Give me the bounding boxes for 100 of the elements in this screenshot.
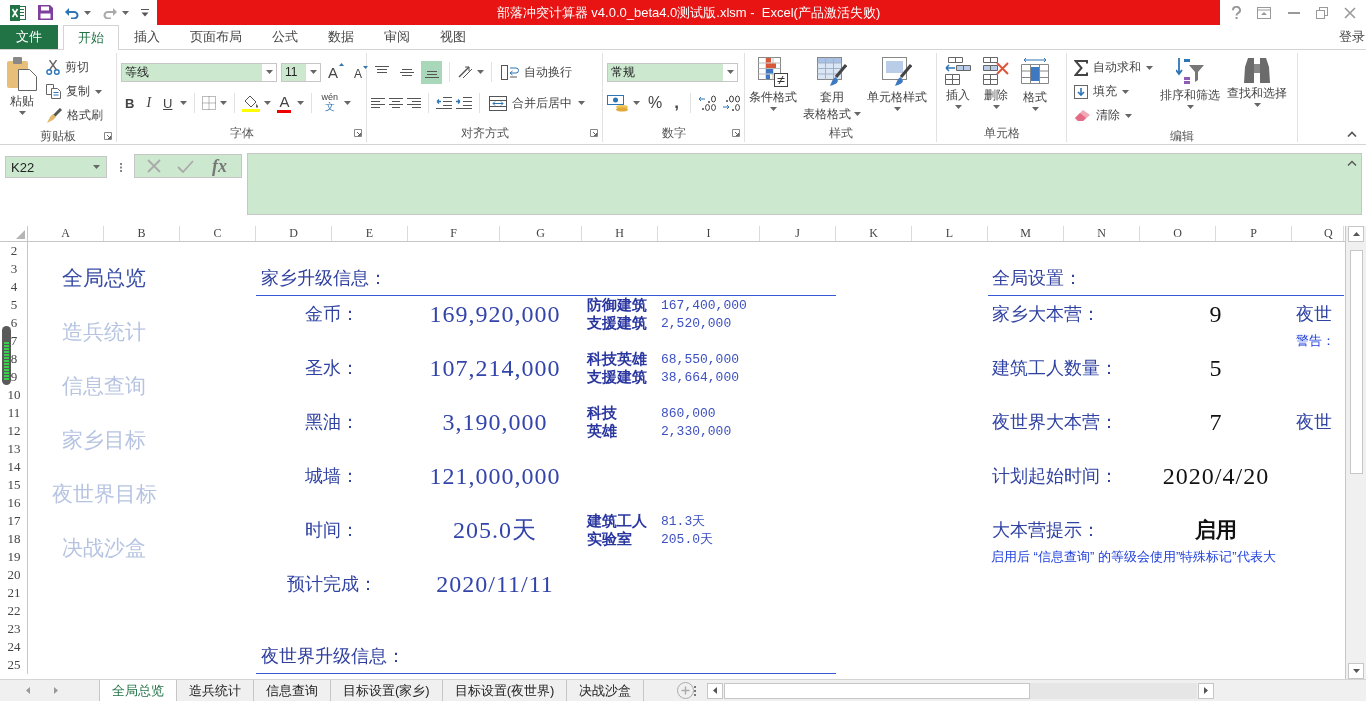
formula-input[interactable] xyxy=(247,153,1362,215)
copy-button[interactable]: 复制 xyxy=(44,80,105,103)
cell-styles-button[interactable]: 单元格样式 xyxy=(865,55,929,113)
scroll-down-button[interactable] xyxy=(1348,663,1364,679)
row-header[interactable]: 11 xyxy=(7,405,21,421)
scroll-left-icon[interactable] xyxy=(713,687,718,694)
delete-cells-button[interactable]: 删除 xyxy=(981,55,1011,111)
row-header[interactable]: 15 xyxy=(7,477,21,493)
column-header[interactable]: C xyxy=(180,226,256,241)
undo-icon[interactable] xyxy=(65,6,79,19)
column-header[interactable]: H xyxy=(582,226,658,241)
column-header[interactable]: D xyxy=(256,226,332,241)
decrease-indent-icon[interactable] xyxy=(436,97,452,109)
caret-icon[interactable] xyxy=(633,101,640,105)
name-box[interactable]: K22 xyxy=(5,156,107,178)
grow-font-button[interactable]: A xyxy=(325,61,347,83)
caret-icon[interactable] xyxy=(1122,89,1129,94)
caret-icon[interactable] xyxy=(1031,107,1039,111)
phonetic-guide-button[interactable]: wén 文 xyxy=(319,92,340,114)
column-header[interactable]: M xyxy=(988,226,1064,241)
scroll-left-button[interactable] xyxy=(707,682,724,699)
row-header[interactable]: 21 xyxy=(7,585,21,601)
collapse-ribbon-icon[interactable] xyxy=(1347,131,1357,137)
caret-icon[interactable] xyxy=(1253,103,1261,107)
comma-style-button[interactable]: , xyxy=(670,92,683,114)
column-header[interactable]: F xyxy=(408,226,500,241)
merge-center-button[interactable]: 合并后居中 xyxy=(487,91,574,115)
expand-formula-icon[interactable] xyxy=(1347,160,1357,166)
restore-icon[interactable] xyxy=(1315,6,1328,19)
row-header[interactable]: 5 xyxy=(10,297,18,313)
insert-cells-button[interactable]: 插入 xyxy=(943,55,973,111)
row-header[interactable]: 10 xyxy=(7,387,21,403)
fill-color-icon[interactable] xyxy=(242,94,261,112)
column-header[interactable]: N xyxy=(1064,226,1140,241)
format-as-table-button[interactable]: 套用 表格格式 xyxy=(801,55,863,123)
caret-icon[interactable] xyxy=(266,70,273,74)
fill-button[interactable]: 填充 xyxy=(1072,80,1155,103)
caret-icon[interactable] xyxy=(18,111,26,115)
column-header[interactable]: B xyxy=(104,226,180,241)
dialog-launcher-icon[interactable] xyxy=(590,129,598,137)
caret-icon[interactable] xyxy=(1146,65,1153,70)
row-header[interactable]: 6 xyxy=(10,315,18,331)
row-header[interactable]: 4 xyxy=(10,279,18,295)
caret-icon[interactable] xyxy=(727,70,734,74)
close-icon[interactable] xyxy=(1344,6,1356,19)
row-header[interactable]: 3 xyxy=(10,261,18,277)
dialog-launcher-icon[interactable] xyxy=(732,129,740,137)
caret-icon[interactable] xyxy=(893,107,901,111)
caret-icon[interactable] xyxy=(344,101,351,105)
row-header[interactable]: 17 xyxy=(7,513,21,529)
caret-icon[interactable] xyxy=(180,101,188,105)
underline-button[interactable]: U xyxy=(159,92,177,114)
italic-button[interactable]: I xyxy=(142,92,156,114)
column-header[interactable]: A xyxy=(28,226,104,241)
caret-icon[interactable] xyxy=(854,112,861,116)
column-header[interactable]: G xyxy=(500,226,582,241)
caret-icon[interactable] xyxy=(992,105,1000,109)
cut-button[interactable]: 剪切 xyxy=(44,56,105,79)
row-header[interactable]: 20 xyxy=(7,567,21,583)
row-header[interactable]: 23 xyxy=(7,621,21,637)
column-header[interactable]: I xyxy=(658,226,760,241)
autosum-button[interactable]: 自动求和 xyxy=(1072,56,1155,79)
scroll-up-icon[interactable] xyxy=(1352,232,1360,236)
caret-icon[interactable] xyxy=(1186,105,1194,109)
row-header[interactable]: 24 xyxy=(7,639,21,655)
clear-button[interactable]: 清除 xyxy=(1072,104,1155,127)
wrap-text-icon[interactable] xyxy=(501,64,519,80)
caret-icon[interactable] xyxy=(93,165,100,169)
currency-icon[interactable] xyxy=(607,94,629,112)
align-center-icon[interactable] xyxy=(389,97,403,109)
ribbon-tab[interactable]: 开始 xyxy=(63,25,119,50)
caret-icon[interactable] xyxy=(122,10,129,15)
row-header[interactable]: 16 xyxy=(7,495,21,511)
save-icon[interactable] xyxy=(38,5,53,20)
column-header[interactable]: J xyxy=(760,226,836,241)
paste-button[interactable]: 粘贴 xyxy=(5,55,39,117)
row-header[interactable]: 25 xyxy=(7,657,21,673)
text-direction-icon[interactable] xyxy=(457,65,473,79)
font-name-field[interactable]: 等线 xyxy=(121,62,277,82)
align-left-icon[interactable] xyxy=(371,97,385,109)
caret-icon[interactable] xyxy=(95,89,102,94)
bold-button[interactable]: B xyxy=(121,92,139,114)
row-header[interactable]: 22 xyxy=(7,603,21,619)
increase-indent-icon[interactable] xyxy=(456,97,472,109)
font-color-button[interactable]: A xyxy=(275,92,294,114)
column-header[interactable]: O xyxy=(1140,226,1216,241)
row-header[interactable]: 19 xyxy=(7,549,21,565)
caret-icon[interactable] xyxy=(477,70,484,74)
scroll-down-icon[interactable] xyxy=(1352,669,1360,673)
caret-icon[interactable] xyxy=(578,101,585,105)
dialog-launcher-icon[interactable] xyxy=(104,132,112,140)
format-cells-button[interactable]: 格式 xyxy=(1019,55,1051,113)
row-header[interactable]: 8 xyxy=(10,351,18,367)
percent-button[interactable]: % xyxy=(644,92,667,114)
decrease-decimal-icon[interactable] xyxy=(721,95,742,111)
caret-icon[interactable] xyxy=(297,101,305,105)
scroll-right-icon[interactable] xyxy=(1204,687,1209,694)
quick-access-menu-icon[interactable] xyxy=(141,8,149,17)
row-header[interactable]: 18 xyxy=(7,531,21,547)
sheet-tab[interactable]: 决战沙盒 xyxy=(567,680,645,701)
